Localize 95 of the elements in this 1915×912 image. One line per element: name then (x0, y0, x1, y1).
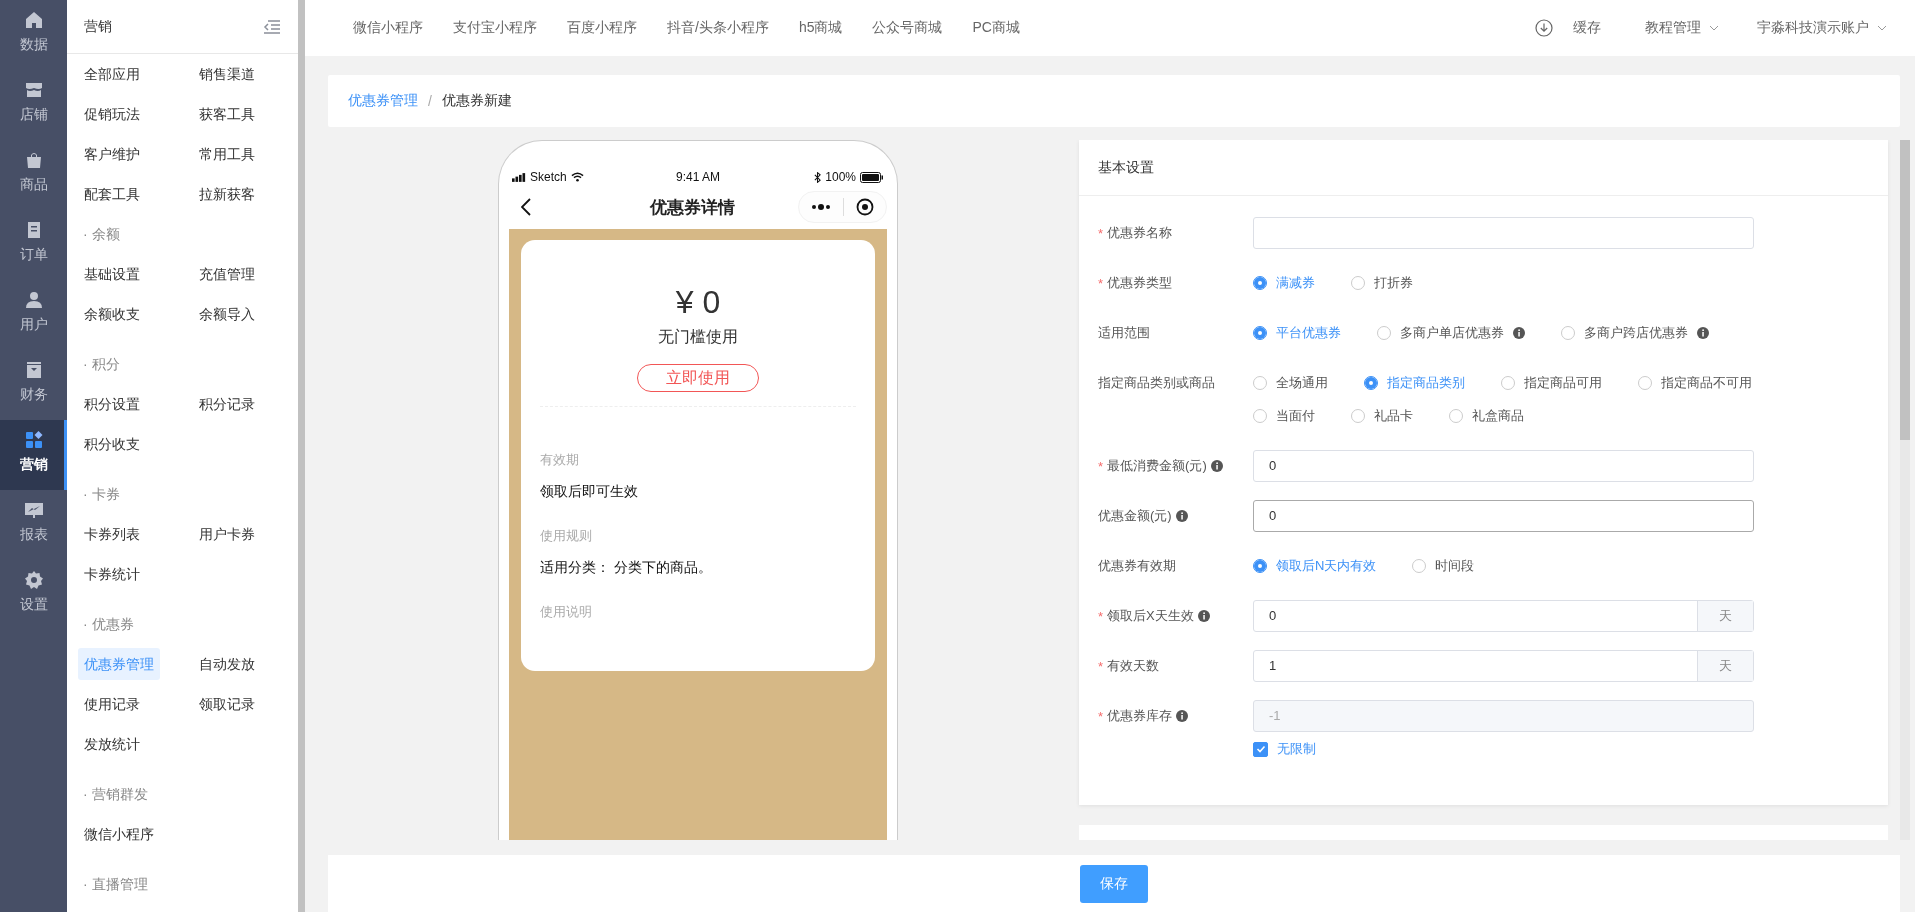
channel-tab[interactable]: 支付宝小程序 (453, 19, 537, 37)
section-value: 领取后即可生效 (540, 483, 639, 501)
sidebar-item[interactable]: 用户卡券 (193, 518, 261, 550)
text-field[interactable]: 0 (1253, 500, 1754, 532)
field-label: 优惠券库存 (1107, 707, 1173, 725)
sidebar-item[interactable]: 自动发放 (193, 648, 261, 680)
sidebar-item[interactable]: 积分收支 (78, 428, 146, 460)
radio-label[interactable]: 指定商品不可用 (1661, 374, 1752, 392)
required-mark: * (1098, 658, 1104, 674)
card-title: 基本设置 (1098, 158, 1154, 177)
section-heading: · 积分 (82, 355, 121, 374)
section-label: 使用说明 (540, 603, 593, 621)
field-label: 优惠金额(元) (1098, 507, 1172, 525)
rail-item[interactable]: 报表 (0, 490, 67, 560)
radio-label[interactable]: 礼盒商品 (1472, 407, 1524, 425)
channel-tab[interactable]: 微信小程序 (353, 19, 423, 37)
status-time: 9:41 AM (676, 170, 720, 184)
channel-tab[interactable]: h5商城 (798, 19, 843, 37)
required-mark: * (1098, 458, 1104, 474)
sidebar-item[interactable]: 销售渠道 (193, 58, 261, 90)
sidebar-item[interactable]: 使用记录 (78, 688, 146, 720)
rail-item[interactable]: 财务 (0, 350, 67, 420)
sidebar-item[interactable]: 客户维护 (78, 138, 146, 170)
coupon-condition: 无门槛使用 (657, 327, 739, 347)
sidebar-item[interactable]: 发放统计 (78, 728, 146, 760)
required-mark: * (1098, 225, 1104, 241)
carrier-name: Sketch (530, 170, 567, 184)
section-label: 使用规则 (540, 527, 593, 545)
sidebar-item[interactable]: 常用工具 (193, 138, 261, 170)
channel-tab[interactable]: 公众号商城 (872, 19, 943, 37)
section-heading: · 优惠券 (82, 615, 135, 634)
account-menu[interactable]: 宇淼科技演示账户 (1757, 19, 1869, 37)
field-label: 优惠券名称 (1107, 224, 1173, 242)
radio-label[interactable]: 指定商品可用 (1524, 374, 1602, 392)
sidebar-item[interactable]: 积分记录 (193, 388, 261, 420)
radio-label[interactable]: 时间段 (1435, 557, 1475, 575)
number-field[interactable]: 1 天 (1253, 650, 1754, 682)
section-value: 适用分类： 分类下的商品。 (540, 559, 713, 577)
required-mark: * (1098, 708, 1104, 724)
sidebar-item[interactable]: 卡券列表 (78, 518, 146, 550)
rail-item[interactable]: 订单 (0, 210, 67, 280)
required-mark: * (1098, 608, 1104, 624)
field-label: 领取后X天生效 (1107, 607, 1194, 625)
text-field[interactable]: 0 (1253, 450, 1754, 482)
radio-label[interactable]: 多商户跨店优惠券 (1584, 324, 1688, 342)
radio-label[interactable]: 当面付 (1276, 407, 1315, 425)
page-title: 优惠券详情 (650, 196, 735, 219)
section-heading: · 卡券 (82, 485, 121, 504)
section-heading: · 直播管理 (82, 875, 149, 894)
breadcrumb-separator: / (428, 93, 432, 109)
sidebar-item[interactable]: 促销玩法 (78, 98, 146, 130)
field-label: 优惠券有效期 (1098, 557, 1176, 575)
cache-link[interactable]: 缓存 (1573, 19, 1601, 37)
field-label: 指定商品类别或商品 (1098, 374, 1215, 392)
tutorial-menu[interactable]: 教程管理 (1645, 19, 1701, 37)
rail-item[interactable]: 设置 (0, 560, 67, 630)
radio-label[interactable]: 打折券 (1374, 274, 1413, 292)
field-label: 最低消费金额(元) (1107, 457, 1207, 475)
sidebar-item[interactable]: 余额导入 (193, 298, 261, 330)
section-heading: · 营销群发 (82, 785, 149, 804)
unit-addon: 天 (1697, 601, 1753, 631)
unit-addon: 天 (1697, 651, 1753, 681)
section-heading: · 余额 (82, 225, 121, 244)
rail-item[interactable]: 店铺 (0, 70, 67, 140)
rail-item[interactable]: 数据 (0, 0, 67, 70)
field-label: 优惠券类型 (1107, 274, 1173, 292)
field-label: 有效天数 (1107, 657, 1160, 675)
rail-item[interactable]: 营销 (0, 420, 67, 490)
field-label: 适用范围 (1098, 324, 1150, 342)
coupon-amount: ¥ 0 (674, 284, 722, 321)
rail-item[interactable]: 商品 (0, 140, 67, 210)
sidebar-item[interactable]: 卡券统计 (78, 558, 146, 590)
sidebar-title: 营销 (84, 17, 112, 36)
sidebar-item[interactable]: 充值管理 (193, 258, 261, 290)
channel-tab[interactable]: PC商城 (972, 19, 1020, 37)
number-field[interactable]: 0 天 (1253, 600, 1754, 632)
sidebar-item[interactable]: 拉新获客 (193, 178, 261, 210)
sidebar-item[interactable]: 配套工具 (78, 178, 146, 210)
radio-label[interactable]: 全场通用 (1276, 374, 1328, 392)
rail-item[interactable]: 用户 (0, 280, 67, 350)
battery-percent: 100% (825, 170, 856, 184)
section-label: 有效期 (540, 451, 580, 469)
sidebar-item[interactable]: 基础设置 (78, 258, 146, 290)
sidebar-item[interactable]: 积分设置 (78, 388, 146, 420)
sidebar-item[interactable]: 领取记录 (193, 688, 261, 720)
radio-label[interactable]: 多商户单店优惠券 (1400, 324, 1504, 342)
radio-label[interactable]: 礼品卡 (1374, 407, 1413, 425)
channel-tab[interactable]: 抖音/头条小程序 (667, 19, 769, 37)
sidebar-item[interactable]: 获客工具 (193, 98, 261, 130)
channel-tab[interactable]: 百度小程序 (567, 19, 637, 37)
required-mark: * (1098, 275, 1104, 291)
sidebar-item[interactable]: 微信小程序 (78, 818, 160, 850)
sidebar-item[interactable]: 余额收支 (78, 298, 146, 330)
breadcrumb-current: 优惠券新建 (441, 92, 512, 110)
sidebar-item[interactable]: 全部应用 (78, 58, 146, 90)
